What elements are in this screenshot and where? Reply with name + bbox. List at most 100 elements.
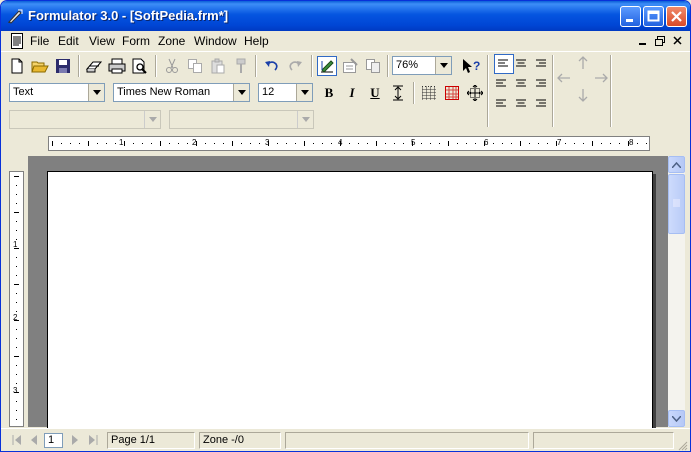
zone-type-select[interactable] — [9, 110, 161, 129]
chevron-down-icon[interactable] — [296, 84, 312, 101]
ruler-tick — [277, 143, 278, 144]
toolbar-separator — [387, 55, 389, 77]
document-menu-icon[interactable] — [10, 33, 24, 49]
ruler-tick — [16, 383, 17, 384]
ruler-tick — [178, 143, 179, 144]
chevron-down-icon[interactable] — [144, 111, 160, 128]
ruler-number: 4 — [338, 138, 343, 147]
menu-form[interactable]: Form — [122, 34, 150, 48]
align-bottom-center-icon[interactable] — [511, 94, 531, 114]
minimize-button[interactable] — [620, 6, 641, 27]
ruler-tick — [646, 143, 647, 144]
first-page-icon[interactable] — [11, 434, 23, 446]
font-size-select[interactable]: 12 — [258, 83, 313, 102]
ruler-tick — [511, 143, 512, 144]
zone-name-select[interactable] — [169, 110, 314, 129]
cut-icon[interactable] — [162, 56, 182, 76]
ruler-tick — [169, 143, 170, 144]
preview-mode-icon[interactable] — [363, 56, 383, 76]
ruler-tick — [16, 194, 17, 195]
align-bottom-right-icon[interactable] — [530, 94, 550, 114]
align-top-center-icon[interactable] — [511, 54, 531, 74]
font-select[interactable]: Times New Roman — [113, 83, 250, 102]
align-middle-right-icon[interactable] — [530, 74, 550, 94]
menu-file[interactable]: File — [30, 34, 49, 48]
align-middle-left-icon[interactable] — [492, 74, 512, 94]
underline-button[interactable]: U — [365, 83, 385, 103]
resize-grip-icon[interactable] — [677, 440, 688, 451]
table-grid-icon[interactable] — [442, 83, 462, 103]
scan-icon[interactable] — [84, 56, 104, 76]
ruler-tick — [97, 143, 98, 144]
move-right-arrow-icon[interactable] — [591, 68, 611, 88]
bold-button[interactable]: B — [319, 83, 339, 103]
chevron-down-icon[interactable] — [297, 111, 313, 128]
chevron-down-icon[interactable] — [88, 84, 104, 101]
italic-button[interactable]: I — [342, 83, 362, 103]
style-select[interactable]: Text — [9, 83, 105, 102]
chevron-down-icon[interactable] — [435, 57, 451, 74]
page-number-input[interactable]: 1 — [44, 433, 63, 448]
scroll-up-arrow-icon[interactable] — [668, 156, 685, 173]
mdi-close-icon[interactable] — [671, 34, 685, 47]
redo-icon[interactable] — [285, 56, 305, 76]
ruler-tick — [14, 212, 19, 213]
close-button[interactable] — [666, 6, 687, 27]
ruler-number: 3 — [265, 138, 270, 147]
print-preview-icon[interactable] — [130, 56, 150, 76]
ruler-tick — [250, 143, 251, 144]
ruler-tick — [106, 143, 107, 144]
vertical-scrollbar[interactable] — [668, 156, 685, 427]
print-icon[interactable] — [107, 56, 127, 76]
move-handle-icon[interactable] — [465, 83, 485, 103]
save-disk-icon[interactable] — [53, 56, 73, 76]
formulator-app-icon[interactable] — [7, 8, 23, 24]
align-bottom-left-icon[interactable] — [492, 94, 512, 114]
menu-edit[interactable]: Edit — [58, 34, 79, 48]
maximize-button[interactable] — [643, 6, 664, 27]
form-workspace[interactable] — [28, 156, 668, 433]
align-middle-center-icon[interactable] — [511, 74, 531, 94]
menu-zone[interactable]: Zone — [158, 34, 185, 48]
open-folder-icon[interactable] — [30, 56, 50, 76]
ruler-tick — [394, 143, 395, 144]
move-down-arrow-icon[interactable] — [573, 85, 593, 105]
ruler-tick — [16, 401, 17, 402]
next-page-icon[interactable] — [69, 434, 81, 446]
format-painter-icon[interactable] — [231, 56, 251, 76]
svg-text:?: ? — [473, 59, 480, 73]
paste-icon[interactable] — [208, 56, 228, 76]
fill-mode-icon[interactable] — [340, 56, 360, 76]
ruler-tick — [16, 275, 17, 276]
ruler-tick — [16, 311, 17, 312]
mdi-restore-icon[interactable] — [653, 34, 667, 47]
grid-icon[interactable] — [419, 83, 439, 103]
status-bar: 1 Page 1/1 Zone -/0 — [1, 428, 690, 451]
menu-help[interactable]: Help — [244, 34, 269, 48]
title-bar[interactable]: Formulator 3.0 - [SoftPedia.frm*] — [1, 1, 690, 31]
copy-icon[interactable] — [185, 56, 205, 76]
move-up-arrow-icon[interactable] — [573, 53, 593, 73]
previous-page-icon[interactable] — [28, 434, 40, 446]
new-document-icon[interactable] — [7, 56, 27, 76]
form-page[interactable] — [47, 171, 653, 433]
text-height-icon[interactable] — [388, 83, 408, 103]
mdi-minimize-icon[interactable] — [636, 34, 650, 47]
scrollbar-thumb[interactable] — [668, 174, 685, 234]
undo-icon[interactable] — [262, 56, 282, 76]
design-mode-icon[interactable] — [317, 56, 337, 76]
menu-bar: File Edit View Form Zone Window Help — [1, 31, 690, 52]
context-help-icon[interactable]: ? — [461, 56, 481, 76]
menu-view[interactable]: View — [89, 34, 115, 48]
align-top-right-icon[interactable] — [530, 54, 550, 74]
move-left-arrow-icon[interactable] — [554, 68, 574, 88]
ruler-tick — [16, 266, 17, 267]
zoom-select[interactable]: 76% — [392, 56, 452, 75]
chevron-down-icon[interactable] — [233, 84, 249, 101]
scroll-down-arrow-icon[interactable] — [668, 410, 685, 427]
last-page-icon[interactable] — [87, 434, 99, 446]
ruler-tick — [16, 230, 17, 231]
toolbar-separator — [255, 55, 257, 77]
menu-window[interactable]: Window — [194, 34, 237, 48]
ruler-tick — [70, 143, 71, 144]
